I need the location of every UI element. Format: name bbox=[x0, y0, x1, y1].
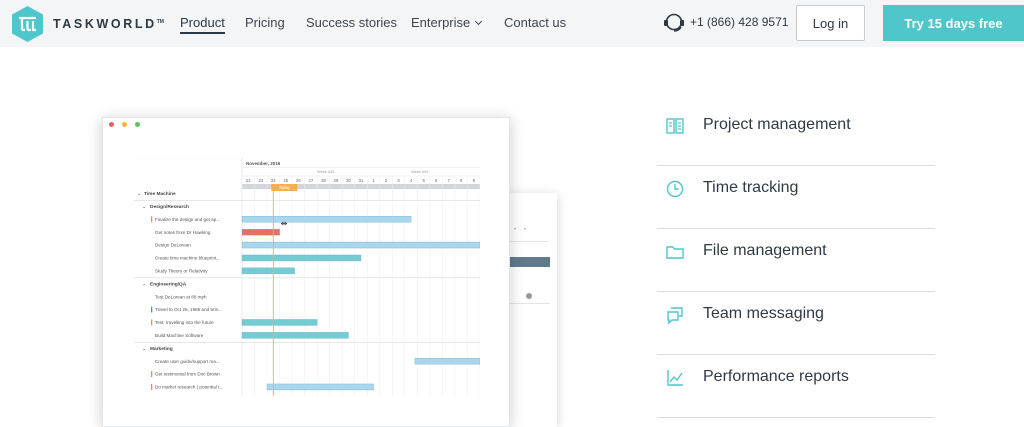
gantt-month-label: November, 2016 bbox=[246, 161, 281, 166]
chevron-down-icon bbox=[475, 17, 483, 26]
back-window-bar bbox=[508, 257, 550, 267]
gantt-week-label: Week #44 bbox=[411, 170, 428, 174]
gantt-task-bar bbox=[241, 254, 362, 262]
gantt-task-label: Create time machine blueprint... bbox=[155, 256, 220, 261]
gantt-today-label: Today bbox=[279, 185, 291, 190]
nav-contact-us[interactable]: Contact us bbox=[504, 15, 566, 30]
headset-icon bbox=[664, 13, 684, 32]
top-navigation: TASKWORLDTM Product Pricing Success stor… bbox=[0, 0, 1024, 47]
gantt-day-label: 29 bbox=[334, 178, 339, 183]
gantt-group-label: Marketing bbox=[150, 346, 173, 352]
nav-enterprise-label: Enterprise bbox=[411, 15, 471, 30]
gantt-task-label: Test: travelling into the future bbox=[155, 320, 214, 325]
gantt-task-marker bbox=[151, 383, 153, 390]
gantt-group-label: Design/Research bbox=[150, 204, 189, 210]
feature-label: File management bbox=[703, 242, 827, 259]
gantt-task-label: Build Machine Software bbox=[155, 333, 204, 338]
gantt-chevron-icon: ⌄ bbox=[142, 282, 146, 287]
gantt-chevron-icon: ⌄ bbox=[142, 347, 146, 352]
gantt-day-label: 26 bbox=[296, 178, 301, 183]
nav-pricing[interactable]: Pricing bbox=[245, 15, 285, 30]
gantt-task-label: Get testimonial from Doc Brown bbox=[155, 372, 220, 377]
feature-label: Performance reports bbox=[703, 368, 849, 385]
gantt-task-marker bbox=[151, 319, 153, 326]
gantt-task-label: Travel to Oct 26, 1985 and brin... bbox=[155, 307, 222, 312]
chart-icon bbox=[667, 370, 683, 386]
feature-performance-reports[interactable]: Performance reports bbox=[657, 355, 935, 418]
gantt-day-label: 31 bbox=[359, 178, 364, 183]
app-preview-window: November, 2016 Week #43 Week #44 22 23 24 25 26… bbox=[102, 117, 510, 427]
gantt-day-label: 27 bbox=[309, 178, 314, 183]
gantt-task-bar bbox=[241, 332, 349, 339]
gantt-task-bar bbox=[241, 319, 318, 326]
gantt-task-bar bbox=[241, 216, 412, 223]
gantt-day-label: 28 bbox=[321, 178, 326, 183]
feature-time-tracking[interactable]: Time tracking bbox=[657, 166, 935, 229]
nav-product[interactable]: Product bbox=[180, 15, 225, 34]
chat-icon bbox=[667, 307, 683, 325]
back-window-avatar bbox=[526, 293, 532, 299]
gantt-day-label: 3 bbox=[397, 178, 400, 183]
gantt-task-bar bbox=[241, 241, 480, 249]
gantt-day-label: 7 bbox=[448, 178, 451, 183]
gantt-project-label: Time Machine bbox=[144, 191, 176, 197]
back-window-divider-2 bbox=[508, 303, 550, 304]
nav-success-stories[interactable]: Success stories bbox=[306, 15, 397, 30]
kanban-icon bbox=[666, 118, 684, 134]
window-maximize-dot bbox=[135, 122, 140, 127]
login-button[interactable]: Log in bbox=[796, 5, 865, 41]
gantt-day-label: 2 bbox=[385, 178, 388, 183]
gantt-day-label: 23 bbox=[258, 178, 263, 183]
gantt-task-bar bbox=[241, 267, 295, 275]
try-free-button[interactable]: Try 15 days free bbox=[883, 5, 1024, 41]
taskworld-logo-icon bbox=[12, 6, 43, 42]
gantt-task-bar bbox=[414, 357, 480, 365]
gantt-day-label: 1 bbox=[372, 178, 375, 183]
gantt-task-bar bbox=[241, 228, 280, 236]
gantt-day-label: 6 bbox=[435, 178, 438, 183]
gantt-day-label: 4 bbox=[410, 178, 413, 183]
feature-label: Project management bbox=[703, 116, 851, 133]
window-minimize-dot bbox=[122, 122, 127, 127]
gantt-task-label: Study Theory or Relativity bbox=[155, 268, 208, 273]
gantt-task-label: Do market research ( potential t... bbox=[155, 385, 223, 390]
gantt-day-label: 24 bbox=[271, 178, 276, 183]
gantt-group-label: Engineering/QA bbox=[150, 281, 187, 287]
feature-team-messaging[interactable]: Team messaging bbox=[657, 292, 935, 355]
gantt-day-label: 25 bbox=[284, 178, 289, 183]
gantt-task-label: Create user guide/support ma... bbox=[155, 359, 220, 364]
phone-number-text: +1 (866) 428 9571 bbox=[690, 15, 789, 29]
window-close-dot bbox=[109, 122, 114, 127]
feature-project-management[interactable]: Project management bbox=[657, 103, 935, 166]
gantt-task-bar bbox=[266, 383, 374, 391]
gantt-task-label: Get notes from Dr Hawking bbox=[155, 230, 211, 235]
taskworld-logo[interactable]: TASKWORLDTM bbox=[10, 5, 164, 43]
gantt-day-label: 30 bbox=[346, 178, 351, 183]
clock-icon bbox=[666, 180, 684, 198]
feature-label: Time tracking bbox=[703, 179, 799, 196]
gantt-task-marker bbox=[151, 371, 153, 378]
gantt-day-label: 22 bbox=[246, 178, 251, 183]
gantt-task-label: Test DeLorean at 88 mph bbox=[155, 294, 207, 299]
resize-cursor-icon: ⇹ bbox=[281, 219, 288, 228]
back-window-dots: • • bbox=[514, 227, 529, 233]
gantt-day-label: 8 bbox=[460, 178, 463, 183]
phone-number[interactable]: +1 (866) 428 9571 bbox=[662, 11, 788, 33]
gantt-chevron-icon: ⌄ bbox=[137, 192, 141, 197]
gantt-task-marker bbox=[151, 216, 153, 223]
gantt-week-label: Week #43 bbox=[317, 170, 334, 174]
gantt-day-label: 9 bbox=[473, 178, 476, 183]
folder-icon bbox=[666, 246, 684, 259]
gantt-task-marker bbox=[151, 306, 153, 313]
gantt-chart: November, 2016Week #43 Week #4422 23 24 25 26… bbox=[134, 158, 480, 396]
gantt-task-label: Design DeLorean bbox=[155, 243, 191, 248]
gantt-chevron-icon: ⌄ bbox=[142, 205, 146, 210]
back-window-divider bbox=[508, 241, 548, 242]
feature-label: Team messaging bbox=[703, 305, 824, 322]
gantt-task-label: Finalize the design and get ap... bbox=[155, 217, 220, 222]
gantt-day-label: 5 bbox=[422, 178, 425, 183]
feature-file-management[interactable]: File management bbox=[657, 229, 935, 292]
brand-name: TASKWORLDTM bbox=[53, 17, 164, 31]
nav-enterprise[interactable]: Enterprise bbox=[411, 15, 483, 30]
